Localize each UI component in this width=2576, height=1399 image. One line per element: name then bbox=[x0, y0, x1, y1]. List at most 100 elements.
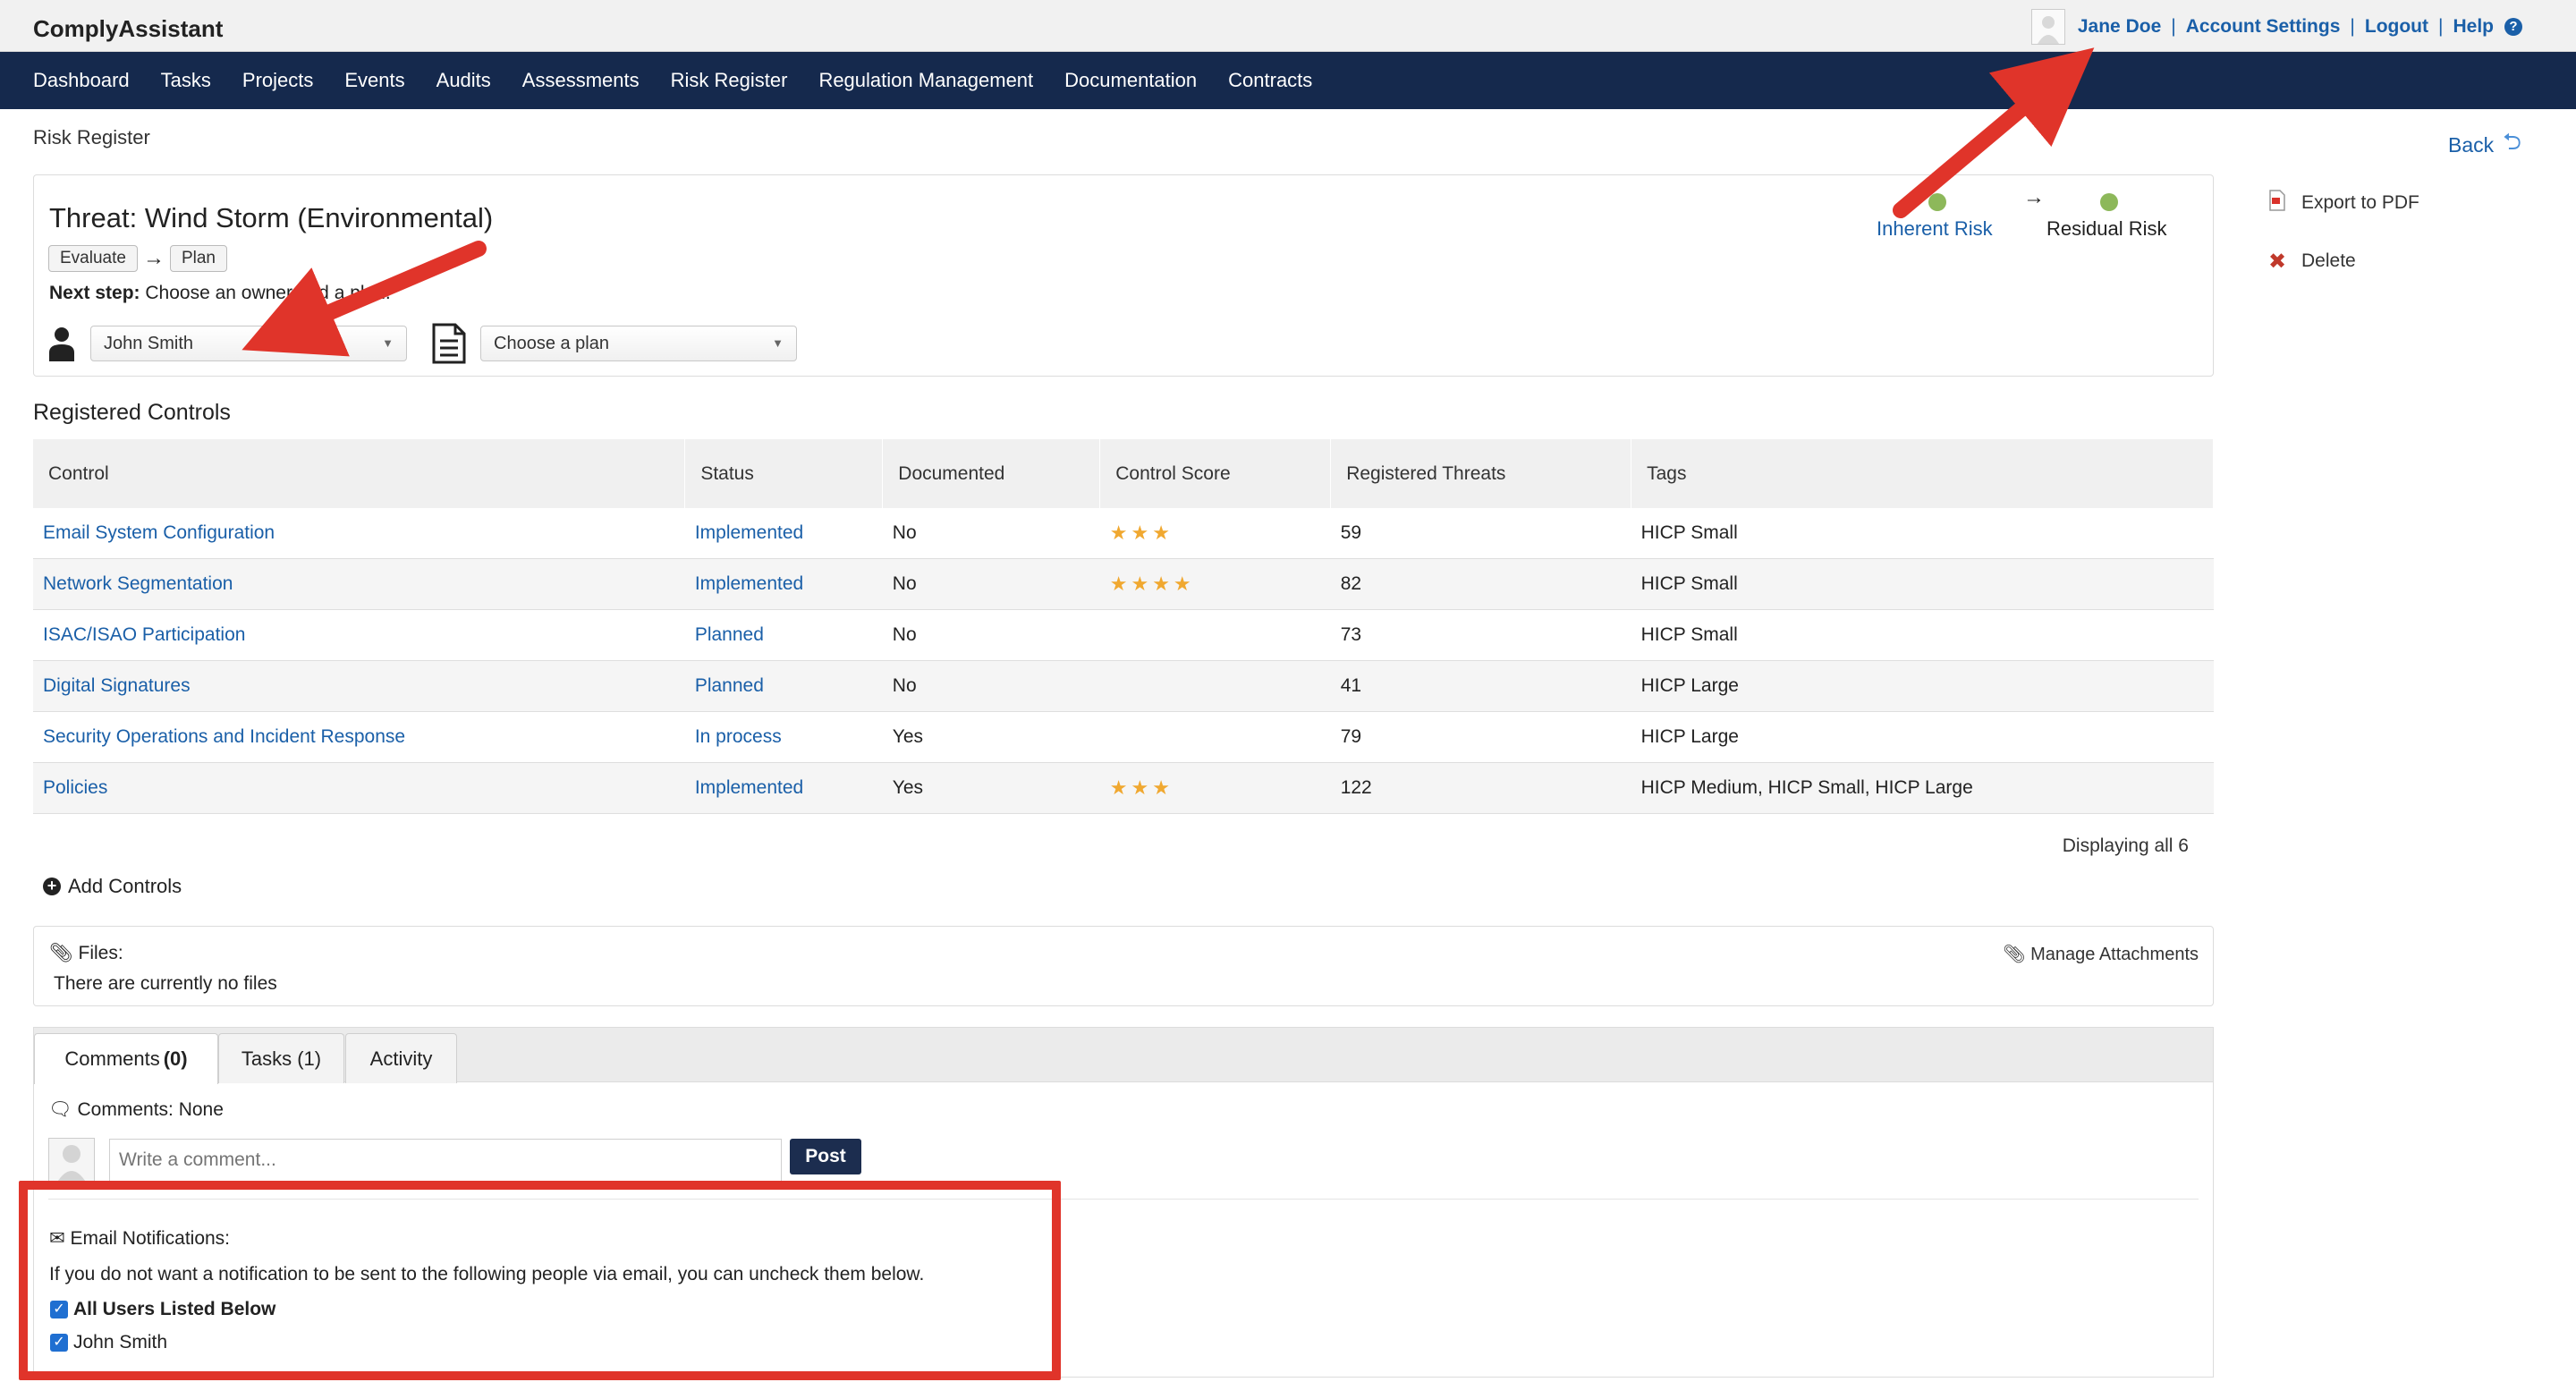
owner-plan-row: John Smith ▼ Choose a plan ▼ bbox=[47, 323, 797, 364]
help-icon[interactable]: ? bbox=[2504, 18, 2522, 36]
table-header-row: Control Status Documented Control Score … bbox=[33, 439, 2214, 508]
residual-risk-dot bbox=[2100, 193, 2118, 211]
control-name-link[interactable]: Digital Signatures bbox=[43, 675, 191, 696]
control-status-link[interactable]: In process bbox=[695, 726, 782, 747]
control-documented: No bbox=[882, 609, 1100, 661]
help-link[interactable]: Help bbox=[2453, 16, 2494, 38]
control-documented: No bbox=[882, 558, 1100, 610]
tab-activity[interactable]: Activity bbox=[345, 1033, 457, 1083]
nav-contracts[interactable]: Contracts bbox=[1228, 69, 1312, 92]
add-controls-button[interactable]: + Add Controls bbox=[43, 875, 182, 898]
files-label: 📎︎ Files: bbox=[49, 943, 123, 964]
delete-label: Delete bbox=[2301, 250, 2356, 271]
nav-dashboard[interactable]: Dashboard bbox=[33, 69, 130, 92]
control-name-link[interactable]: ISAC/ISAO Participation bbox=[43, 624, 245, 645]
arrow-right-icon: → bbox=[142, 246, 165, 270]
back-arrow-icon: ⮌ bbox=[2503, 128, 2521, 155]
control-threat-count: 82 bbox=[1330, 558, 1631, 610]
back-label: Back bbox=[2448, 132, 2495, 157]
delete-x-icon: ✖ bbox=[2267, 249, 2287, 274]
user-name-link[interactable]: Jane Doe bbox=[2078, 16, 2161, 38]
nav-assessments[interactable]: Assessments bbox=[522, 69, 640, 92]
table-row: Network Segmentation Implemented No ★★★★… bbox=[33, 558, 2214, 610]
nav-documentation[interactable]: Documentation bbox=[1064, 69, 1197, 92]
step-plan-button[interactable]: Plan bbox=[169, 245, 227, 272]
control-tags: HICP Small bbox=[1631, 508, 2214, 559]
column-header-control-score[interactable]: Control Score bbox=[1099, 439, 1332, 508]
post-comment-button[interactable]: Post bbox=[790, 1139, 861, 1174]
logout-link[interactable]: Logout bbox=[2365, 16, 2428, 38]
tab-tasks[interactable]: Tasks (1) bbox=[218, 1033, 344, 1083]
top-bar: ComplyAssistant Jane Doe | Account Setti… bbox=[0, 0, 2576, 52]
paperclip-icon: 📎︎ bbox=[49, 943, 73, 963]
table-row: Security Operations and Incident Respons… bbox=[33, 711, 2214, 763]
export-pdf-button[interactable]: Export to PDF bbox=[2267, 190, 2419, 216]
manage-attachments-label: Manage Attachments bbox=[2030, 945, 2199, 964]
control-name-link[interactable]: Network Segmentation bbox=[43, 573, 233, 594]
nav-regulation-management[interactable]: Regulation Management bbox=[818, 69, 1033, 92]
side-actions: Export to PDF ✖ Delete bbox=[2267, 190, 2419, 306]
comment-input[interactable] bbox=[109, 1139, 782, 1182]
annotation-highlight-box bbox=[19, 1181, 1061, 1380]
star-rating: ★★★ bbox=[1109, 776, 1174, 799]
control-status-link[interactable]: Implemented bbox=[695, 573, 803, 594]
comments-label-text: Comments: None bbox=[77, 1099, 224, 1120]
back-link[interactable]: Back ⮌ bbox=[2448, 125, 2521, 165]
pdf-icon bbox=[2267, 190, 2287, 216]
owner-select[interactable]: John Smith ▼ bbox=[90, 326, 407, 361]
control-tags: HICP Small bbox=[1631, 609, 2214, 661]
control-status-link[interactable]: Planned bbox=[695, 624, 764, 645]
step-evaluate-button[interactable]: Evaluate bbox=[48, 245, 138, 272]
column-header-tags[interactable]: Tags bbox=[1631, 439, 2214, 508]
account-settings-link[interactable]: Account Settings bbox=[2186, 16, 2341, 38]
nav-projects[interactable]: Projects bbox=[242, 69, 313, 92]
control-name-link[interactable]: Policies bbox=[43, 777, 107, 798]
column-header-registered-threats[interactable]: Registered Threats bbox=[1330, 439, 1632, 508]
speech-bubble-icon: 🗨︎ bbox=[48, 1099, 72, 1120]
owner-select-value: John Smith bbox=[104, 333, 194, 353]
nav-tasks[interactable]: Tasks bbox=[161, 69, 211, 92]
nav-events[interactable]: Events bbox=[344, 69, 404, 92]
breadcrumb: Risk Register bbox=[33, 126, 150, 148]
column-header-status[interactable]: Status bbox=[684, 439, 884, 508]
comments-label: 🗨︎ Comments: None bbox=[48, 1099, 224, 1121]
app-title: ComplyAssistant bbox=[33, 15, 224, 42]
control-documented: No bbox=[882, 508, 1100, 559]
nav-audits[interactable]: Audits bbox=[436, 69, 491, 92]
control-name-link[interactable]: Security Operations and Incident Respons… bbox=[43, 726, 405, 747]
control-status-link[interactable]: Implemented bbox=[695, 522, 803, 543]
controls-table: Control Status Documented Control Score … bbox=[33, 439, 2214, 814]
table-row: Email System Configuration Implemented N… bbox=[33, 508, 2214, 559]
control-tags: HICP Large bbox=[1631, 660, 2214, 712]
column-header-documented[interactable]: Documented bbox=[882, 439, 1101, 508]
files-panel: 📎︎ Files: There are currently no files 📎… bbox=[33, 926, 2214, 1006]
add-controls-label: Add Controls bbox=[68, 875, 182, 897]
control-status-link[interactable]: Implemented bbox=[695, 777, 803, 798]
user-avatar bbox=[2030, 9, 2065, 45]
document-icon bbox=[430, 323, 468, 364]
inherent-risk-dot bbox=[1928, 193, 1946, 211]
control-documented: Yes bbox=[882, 762, 1100, 814]
files-label-text: Files: bbox=[78, 943, 123, 963]
star-rating: ★★★★ bbox=[1109, 572, 1195, 595]
manage-attachments-link[interactable]: 📎︎ Manage Attachments bbox=[2003, 943, 2199, 965]
workflow-steps: Evaluate → Plan bbox=[48, 245, 227, 272]
delete-button[interactable]: ✖ Delete bbox=[2267, 248, 2419, 275]
pagination-summary: Displaying all 6 bbox=[2062, 835, 2189, 856]
risk-indicator: → Inherent Risk Residual Risk bbox=[1877, 185, 2199, 274]
control-status-link[interactable]: Planned bbox=[695, 675, 764, 696]
tab-comments[interactable]: Comments (0) bbox=[34, 1033, 218, 1084]
control-tags: HICP Small bbox=[1631, 558, 2214, 610]
control-tags: HICP Medium, HICP Small, HICP Large bbox=[1631, 762, 2214, 814]
nav-risk-register[interactable]: Risk Register bbox=[671, 69, 788, 92]
inherent-risk-link[interactable]: Inherent Risk bbox=[1877, 217, 1993, 241]
control-name-link[interactable]: Email System Configuration bbox=[43, 522, 275, 543]
caret-down-icon: ▼ bbox=[772, 336, 784, 350]
commenter-avatar bbox=[48, 1138, 95, 1184]
plan-select[interactable]: Choose a plan ▼ bbox=[480, 326, 797, 361]
separator: | bbox=[2171, 16, 2176, 37]
separator: | bbox=[2438, 16, 2444, 37]
table-row: Digital Signatures Planned No 41 HICP La… bbox=[33, 660, 2214, 712]
column-header-control[interactable]: Control bbox=[33, 439, 686, 508]
control-tags: HICP Large bbox=[1631, 711, 2214, 763]
